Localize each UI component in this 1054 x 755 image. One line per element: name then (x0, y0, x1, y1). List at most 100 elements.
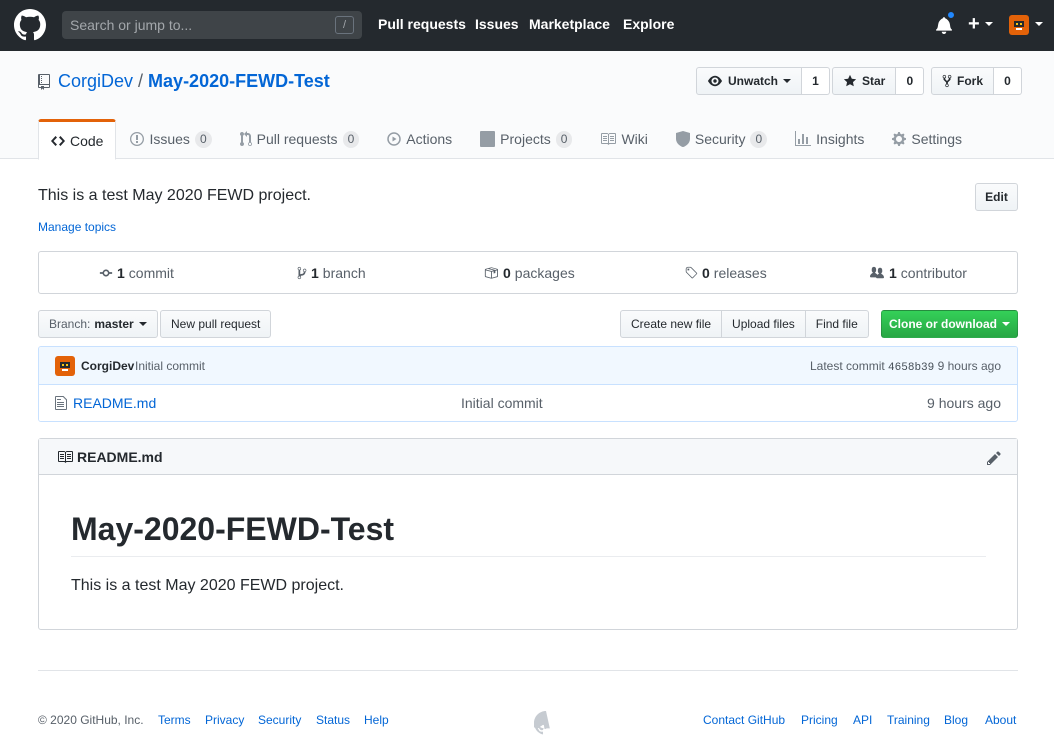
slash-shortcut-hint: / (335, 16, 354, 34)
create-new-file-button[interactable]: Create new file (620, 310, 723, 338)
nav-marketplace[interactable]: Marketplace (529, 16, 610, 32)
footer-divider (38, 670, 1018, 671)
tab-security[interactable]: Security 0 (662, 119, 781, 159)
footer-link-privacy[interactable]: Privacy (205, 713, 244, 727)
manage-topics-link[interactable]: Manage topics (38, 220, 116, 234)
nav-issues[interactable]: Issues (475, 16, 519, 32)
tab-code[interactable]: Code (38, 119, 117, 160)
watch-group: Unwatch 1 (696, 67, 831, 95)
chevron-down-icon (1002, 322, 1010, 326)
repo-header: CorgiDev / May-2020-FEWD-Test Unwatch 1 … (0, 51, 1054, 160)
star-label: Star (862, 74, 886, 88)
footer-link-pricing[interactable]: Pricing (801, 713, 838, 727)
footer-link-training[interactable]: Training (887, 713, 930, 727)
commit-sha-link[interactable]: 4658b39 (888, 362, 934, 374)
footer-link-blog[interactable]: Blog (944, 713, 968, 727)
contributors-link[interactable]: 1 contributor (869, 265, 967, 281)
tab-label: Issues (149, 131, 190, 147)
latest-commit-label: Latest commit (810, 359, 885, 373)
star-icon (843, 74, 857, 87)
search-input[interactable] (62, 11, 362, 39)
find-file-button[interactable]: Find file (804, 310, 869, 338)
nav-pull-requests[interactable]: Pull requests (378, 16, 466, 32)
commit-message-link[interactable]: Initial commit (135, 359, 205, 373)
repo-owner-link[interactable]: CorgiDev (58, 71, 133, 92)
path-separator: / (138, 71, 144, 91)
commit-author-link[interactable]: CorgiDev (81, 359, 134, 373)
commit-icon (99, 269, 113, 277)
search-box[interactable]: / (62, 11, 362, 39)
readme-body: This is a test May 2020 FEWD project. (71, 577, 344, 594)
tab-label: Settings (911, 131, 962, 147)
plus-icon[interactable]: + (968, 13, 980, 36)
footer-link-contact[interactable]: Contact GitHub (703, 713, 785, 727)
repo-tabs: Code Issues 0 Pull requests 0 Actions Pr… (38, 119, 976, 160)
packages-link[interactable]: 0 packages (483, 265, 575, 281)
tab-wiki[interactable]: Wiki (586, 119, 661, 159)
footer-link-help[interactable]: Help (364, 713, 389, 727)
footer-link-about[interactable]: About (985, 713, 1016, 727)
book-icon (58, 451, 73, 463)
readme-heading: May-2020-FEWD-Test (71, 511, 986, 557)
github-logo-icon[interactable] (14, 9, 46, 41)
branch-select-button[interactable]: Branch: master (38, 310, 158, 338)
packages-number: 0 (503, 265, 511, 281)
tab-count: 0 (342, 130, 360, 148)
tab-label: Actions (406, 131, 453, 147)
tab-projects[interactable]: Projects 0 (466, 119, 586, 159)
footer-link-status[interactable]: Status (316, 713, 350, 727)
tab-pull-requests[interactable]: Pull requests 0 (226, 119, 374, 159)
upload-files-button[interactable]: Upload files (721, 310, 806, 338)
avatar[interactable] (1009, 15, 1029, 35)
star-button[interactable]: Star (832, 67, 897, 95)
unwatch-button[interactable]: Unwatch (696, 67, 803, 95)
fork-group: Fork 0 (931, 67, 1023, 95)
code-icon (51, 135, 65, 146)
fork-icon (942, 74, 952, 88)
branches-number: 1 (311, 265, 319, 281)
pull-request-icon (239, 131, 252, 146)
releases-link[interactable]: 0 releases (684, 265, 767, 281)
file-icon (55, 396, 67, 410)
stars-count[interactable]: 0 (896, 67, 925, 95)
commit-age: 9 hours ago (937, 359, 1001, 373)
footer-copyright: © 2020 GitHub, Inc. (38, 713, 144, 727)
avatar[interactable] (55, 356, 75, 376)
repo-summary-bar: 1 commit 1 branch 0 packages 0 releases … (38, 251, 1018, 294)
tab-settings[interactable]: Settings (878, 119, 976, 159)
readme-title: README.md (57, 449, 163, 465)
commits-link[interactable]: 1 commit (99, 265, 174, 281)
file-age: 9 hours ago (927, 395, 1001, 411)
watchers-count[interactable]: 1 (802, 67, 831, 95)
clone-or-download-button[interactable]: Clone or download (881, 310, 1018, 338)
file-name-link[interactable]: README.md (73, 395, 156, 411)
github-logo-icon[interactable] (534, 711, 558, 735)
footer-link-security[interactable]: Security (258, 713, 301, 727)
nav-explore[interactable]: Explore (623, 16, 674, 32)
new-pull-request-button[interactable]: New pull request (160, 310, 272, 338)
tab-actions[interactable]: Actions (373, 119, 466, 159)
readme-header: README.md (39, 439, 1017, 475)
tab-issues[interactable]: Issues 0 (116, 119, 225, 159)
table-row: README.md Initial commit 9 hours ago (39, 385, 1017, 421)
file-table: CorgiDev Initial commit Latest commit 46… (38, 346, 1018, 422)
footer-link-api[interactable]: API (853, 713, 872, 727)
repo-name-link[interactable]: May-2020-FEWD-Test (148, 71, 330, 92)
latest-commit-info: Latest commit 4658b39 9 hours ago (810, 359, 1001, 374)
file-commit-message-link[interactable]: Initial commit (461, 395, 543, 411)
branches-link[interactable]: 1 branch (297, 265, 366, 281)
star-group: Star 0 (832, 67, 925, 95)
footer-link-terms[interactable]: Terms (158, 713, 191, 727)
pencil-icon[interactable] (987, 450, 1001, 466)
issue-icon (130, 132, 145, 146)
contributors-label: contributor (900, 265, 967, 281)
fork-button[interactable]: Fork (931, 67, 995, 95)
tab-count: 0 (194, 130, 212, 148)
commits-label: commit (128, 265, 174, 281)
forks-count[interactable]: 0 (994, 67, 1023, 95)
tab-insights[interactable]: Insights (781, 119, 878, 159)
edit-description-button[interactable]: Edit (975, 183, 1018, 211)
tab-label: Security (694, 131, 746, 147)
package-icon (484, 267, 498, 279)
branch-name: master (94, 317, 134, 331)
